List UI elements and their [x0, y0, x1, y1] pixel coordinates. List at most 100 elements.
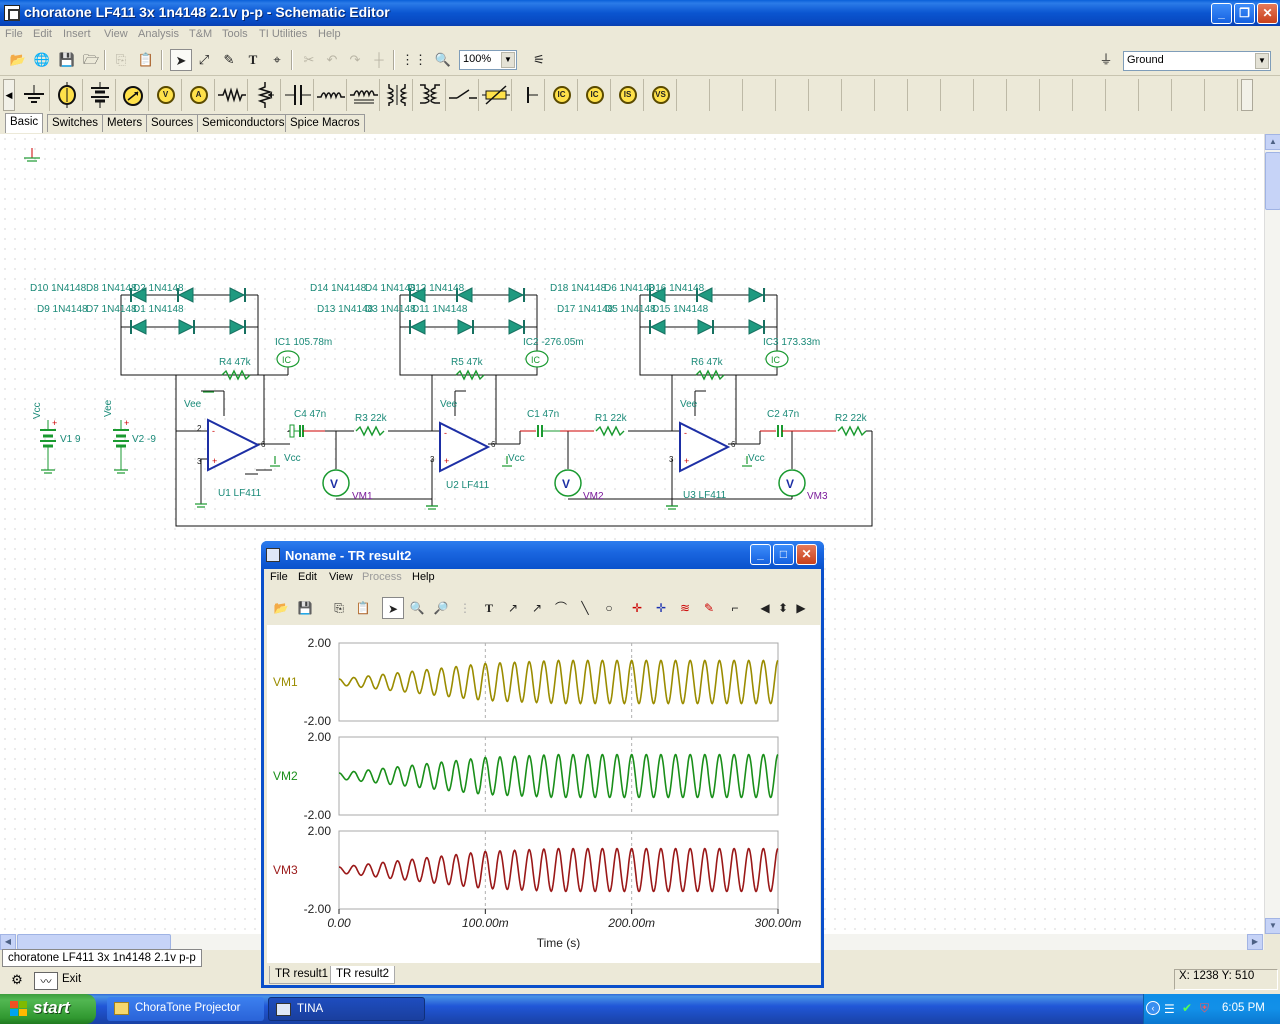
result-maximize-button[interactable]: □	[773, 544, 794, 565]
vs-icon[interactable]: VS	[645, 79, 677, 111]
horizontal-scroll-thumb[interactable]	[17, 934, 171, 950]
ground-symbol[interactable]	[24, 148, 40, 162]
close-button[interactable]: ✕	[1257, 3, 1278, 24]
ground-icon[interactable]	[18, 79, 50, 111]
paste-icon[interactable]: 📋	[352, 597, 374, 619]
variable-resistor-icon[interactable]	[480, 79, 512, 111]
menu-ti-utilities[interactable]: TI Utilities	[259, 28, 307, 40]
zoom-select[interactable]: 100% ▼	[459, 50, 517, 70]
circle-icon[interactable]: ○	[598, 597, 620, 619]
line-icon[interactable]: ╲	[574, 597, 596, 619]
result-menu-edit[interactable]: Edit	[298, 571, 317, 583]
switch-icon[interactable]	[447, 79, 479, 111]
result-menu-file[interactable]: File	[270, 571, 288, 583]
curve-icon[interactable]: ⌒	[550, 597, 572, 619]
tab-spice-macros[interactable]: Spice Macros	[285, 114, 365, 132]
save-icon[interactable]: 💾	[56, 49, 78, 71]
tab-meters[interactable]: Meters	[102, 114, 148, 132]
open-icon[interactable]: 📂	[270, 597, 292, 619]
result-titlebar[interactable]: Noname - TR result2 _ □ ✕	[261, 541, 824, 569]
menu-file[interactable]: File	[5, 28, 23, 40]
cursor-b-icon[interactable]: ✛	[650, 597, 672, 619]
text-tool-icon[interactable]: T	[478, 597, 500, 619]
wire-icon[interactable]: ┼	[368, 49, 390, 71]
globe-icon[interactable]: 🌐	[31, 49, 53, 71]
undo-icon[interactable]: ↶	[321, 49, 343, 71]
palette-right-handle[interactable]	[1241, 79, 1253, 111]
tab-tr-result2[interactable]: TR result2	[330, 966, 396, 984]
ic-icon[interactable]: IC	[546, 79, 578, 111]
result-window[interactable]: Noname - TR result2 _ □ ✕ File Edit View…	[261, 541, 824, 988]
text-tool-icon[interactable]: T	[242, 49, 264, 71]
settings-icon[interactable]: ⚙	[5, 972, 29, 990]
copy-icon[interactable]: ⎘	[110, 49, 132, 71]
save-icon[interactable]: 💾	[294, 597, 316, 619]
transformer-icon[interactable]	[348, 79, 380, 111]
delete-icon[interactable]: ✂	[298, 49, 320, 71]
vertical-scroll-thumb[interactable]	[1265, 152, 1280, 210]
zoom-out-icon[interactable]: 🔎	[430, 597, 452, 619]
global-feedback-wire[interactable]	[175, 431, 873, 527]
scroll-up-icon[interactable]: ▲	[1265, 134, 1280, 150]
tray-expand-icon[interactable]: ‹	[1146, 1001, 1160, 1015]
copy-icon[interactable]: ⎘	[328, 597, 350, 619]
taskbar-button-choratone[interactable]: ChoraTone Projector	[107, 997, 264, 1021]
tab-sources[interactable]: Sources	[146, 114, 199, 132]
taskbar-button-tina[interactable]: TINA	[268, 997, 425, 1021]
result-menu-process[interactable]: Process	[362, 571, 402, 583]
marker-icon[interactable]: ✎	[698, 597, 720, 619]
palette-left-arrow[interactable]: ◀	[3, 79, 15, 111]
vertical-scrollbar[interactable]: ▲ ▼	[1264, 134, 1280, 934]
result-close-button[interactable]: ✕	[796, 544, 817, 565]
open-icon[interactable]: 📂	[7, 49, 29, 71]
zoom-icon[interactable]: 🔍	[432, 49, 454, 71]
probe-icon[interactable]: ⚟	[528, 49, 550, 71]
result-minimize-button[interactable]: _	[750, 544, 771, 565]
chevron-down-icon[interactable]: ▼	[501, 52, 515, 68]
menu-edit[interactable]: Edit	[33, 28, 52, 40]
result-menu-view[interactable]: View	[329, 571, 353, 583]
arrow-annotate-icon[interactable]: ↗	[526, 597, 548, 619]
document-tab[interactable]: choratone LF411 3x 1n4148 2.1v p-p	[2, 949, 202, 967]
menu-analysis[interactable]: Analysis	[138, 28, 179, 40]
network-icon[interactable]: ☰	[1164, 1002, 1175, 1016]
tab-tr-result1[interactable]: TR result1	[269, 966, 335, 984]
menu-help[interactable]: Help	[318, 28, 341, 40]
current-source-icon[interactable]	[117, 79, 149, 111]
select-arrow-icon[interactable]: ➤	[170, 49, 192, 71]
waveform-plot[interactable]: 2.00 -2.00 VM1 2.00 -2.00 VM2 2.00 -2.00 VM3 0.00…	[267, 625, 820, 963]
select-arrow-icon[interactable]: ➤	[382, 597, 404, 619]
exit-button[interactable]: Exit	[62, 973, 81, 985]
menu-view[interactable]: View	[104, 28, 128, 40]
ground-select[interactable]: Ground ▼	[1123, 51, 1271, 71]
chevron-down-icon[interactable]: ▼	[1255, 53, 1269, 69]
tab-switches[interactable]: Switches	[47, 114, 104, 132]
voltmeter-icon[interactable]: V	[150, 79, 182, 111]
step-icon[interactable]: ⌐	[724, 597, 746, 619]
tab-basic[interactable]: Basic	[5, 113, 44, 133]
potentiometer-icon[interactable]	[249, 79, 281, 111]
pencil-icon[interactable]: ✎	[218, 49, 240, 71]
paste-icon[interactable]: 📋	[135, 49, 157, 71]
ammeter-icon[interactable]: A	[183, 79, 215, 111]
ic-arrow-icon[interactable]: IC	[579, 79, 611, 111]
wire-select-icon[interactable]: ⤢	[193, 49, 215, 71]
restore-button[interactable]: ❐	[1234, 3, 1255, 24]
waveforms-icon[interactable]: ≋	[674, 597, 696, 619]
open-folder-icon[interactable]: 🗁	[80, 49, 102, 71]
cursor-a-icon[interactable]: ✛	[626, 597, 648, 619]
result-menu-help[interactable]: Help	[412, 571, 435, 583]
is-icon[interactable]: IS	[612, 79, 644, 111]
graphics-tool-icon[interactable]: ⌖	[266, 49, 288, 71]
redo-icon[interactable]: ↷	[344, 49, 366, 71]
zoom-in-icon[interactable]: 🔍	[406, 597, 428, 619]
start-button[interactable]: start	[0, 994, 96, 1024]
grid-icon[interactable]: ⋮⋮	[401, 49, 427, 71]
grid-icon[interactable]: ⋮	[454, 597, 476, 619]
voltage-source-icon[interactable]	[51, 79, 83, 111]
menu-insert[interactable]: Insert	[63, 28, 91, 40]
line-annotate-icon[interactable]: ↗	[502, 597, 524, 619]
menu-tm[interactable]: T&M	[189, 28, 212, 40]
capacitor-icon[interactable]	[282, 79, 314, 111]
menu-tools[interactable]: Tools	[222, 28, 248, 40]
